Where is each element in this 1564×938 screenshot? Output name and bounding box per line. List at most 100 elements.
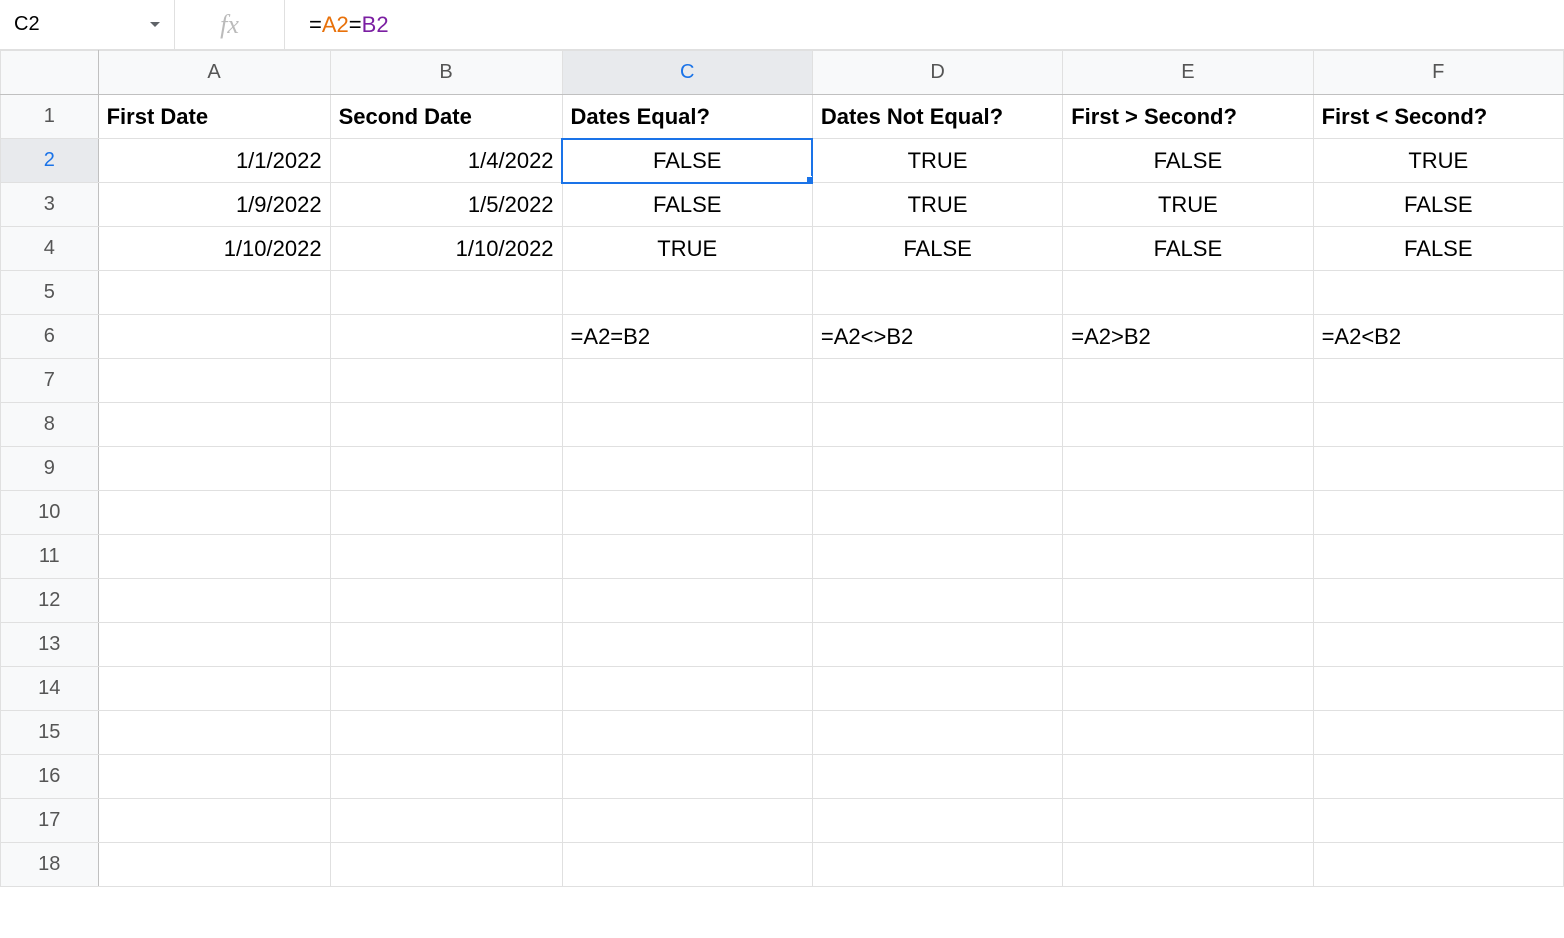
cell-F10[interactable]	[1313, 491, 1563, 535]
cell-F3[interactable]: FALSE	[1313, 183, 1563, 227]
cell-D10[interactable]	[812, 491, 1062, 535]
cell-D6[interactable]: =A2<>B2	[812, 315, 1062, 359]
cell-F8[interactable]	[1313, 403, 1563, 447]
cell-C9[interactable]	[562, 447, 812, 491]
cell-D17[interactable]	[812, 799, 1062, 843]
row-header-5[interactable]: 5	[1, 271, 99, 315]
cell-C3[interactable]: FALSE	[562, 183, 812, 227]
cell-C16[interactable]	[562, 755, 812, 799]
col-header-B[interactable]: B	[330, 51, 562, 95]
cell-C13[interactable]	[562, 623, 812, 667]
cell-F5[interactable]	[1313, 271, 1563, 315]
cell-E12[interactable]	[1063, 579, 1313, 623]
cell-C6[interactable]: =A2=B2	[562, 315, 812, 359]
name-box[interactable]: C2	[0, 0, 175, 49]
cell-C17[interactable]	[562, 799, 812, 843]
cell-D3[interactable]: TRUE	[812, 183, 1062, 227]
cell-E11[interactable]	[1063, 535, 1313, 579]
row-header-4[interactable]: 4	[1, 227, 99, 271]
cell-E13[interactable]	[1063, 623, 1313, 667]
cell-F12[interactable]	[1313, 579, 1563, 623]
cell-A12[interactable]	[98, 579, 330, 623]
row-header-1[interactable]: 1	[1, 95, 99, 139]
cell-D4[interactable]: FALSE	[812, 227, 1062, 271]
cell-B13[interactable]	[330, 623, 562, 667]
cell-F18[interactable]	[1313, 843, 1563, 887]
cell-F6[interactable]: =A2<B2	[1313, 315, 1563, 359]
cell-D8[interactable]	[812, 403, 1062, 447]
cell-A8[interactable]	[98, 403, 330, 447]
cell-B2[interactable]: 1/4/2022	[330, 139, 562, 183]
cell-C4[interactable]: TRUE	[562, 227, 812, 271]
row-header-6[interactable]: 6	[1, 315, 99, 359]
fx-icon[interactable]: fx	[175, 0, 285, 49]
cell-B14[interactable]	[330, 667, 562, 711]
cell-E18[interactable]	[1063, 843, 1313, 887]
cell-E2[interactable]: FALSE	[1063, 139, 1313, 183]
cell-A1[interactable]: First Date	[98, 95, 330, 139]
cell-B8[interactable]	[330, 403, 562, 447]
row-header-13[interactable]: 13	[1, 623, 99, 667]
spreadsheet-grid[interactable]: A B C D E F 1First DateSecond DateDates …	[0, 50, 1564, 938]
cell-C18[interactable]	[562, 843, 812, 887]
cell-E8[interactable]	[1063, 403, 1313, 447]
cell-B5[interactable]	[330, 271, 562, 315]
row-header-10[interactable]: 10	[1, 491, 99, 535]
cell-A9[interactable]	[98, 447, 330, 491]
cell-E16[interactable]	[1063, 755, 1313, 799]
row-header-17[interactable]: 17	[1, 799, 99, 843]
row-header-18[interactable]: 18	[1, 843, 99, 887]
cell-D13[interactable]	[812, 623, 1062, 667]
cell-B6[interactable]	[330, 315, 562, 359]
cell-C1[interactable]: Dates Equal?	[562, 95, 812, 139]
row-header-15[interactable]: 15	[1, 711, 99, 755]
cell-B4[interactable]: 1/10/2022	[330, 227, 562, 271]
col-header-D[interactable]: D	[812, 51, 1062, 95]
col-header-F[interactable]: F	[1313, 51, 1563, 95]
cell-A7[interactable]	[98, 359, 330, 403]
cell-F17[interactable]	[1313, 799, 1563, 843]
row-header-9[interactable]: 9	[1, 447, 99, 491]
formula-input[interactable]: =A2=B2	[285, 0, 1564, 49]
cell-B12[interactable]	[330, 579, 562, 623]
cell-F7[interactable]	[1313, 359, 1563, 403]
cell-D11[interactable]	[812, 535, 1062, 579]
cell-A18[interactable]	[98, 843, 330, 887]
cell-B10[interactable]	[330, 491, 562, 535]
row-header-12[interactable]: 12	[1, 579, 99, 623]
cell-D5[interactable]	[812, 271, 1062, 315]
cell-A2[interactable]: 1/1/2022	[98, 139, 330, 183]
cell-A13[interactable]	[98, 623, 330, 667]
cell-C10[interactable]	[562, 491, 812, 535]
cell-D15[interactable]	[812, 711, 1062, 755]
cell-C14[interactable]	[562, 667, 812, 711]
cell-C12[interactable]	[562, 579, 812, 623]
cell-B9[interactable]	[330, 447, 562, 491]
cell-A11[interactable]	[98, 535, 330, 579]
cell-B18[interactable]	[330, 843, 562, 887]
cell-A10[interactable]	[98, 491, 330, 535]
select-all-corner[interactable]	[1, 51, 99, 95]
cell-C15[interactable]	[562, 711, 812, 755]
cell-C7[interactable]	[562, 359, 812, 403]
cell-D9[interactable]	[812, 447, 1062, 491]
cell-D2[interactable]: TRUE	[812, 139, 1062, 183]
cell-E1[interactable]: First > Second?	[1063, 95, 1313, 139]
cell-C8[interactable]	[562, 403, 812, 447]
cell-D7[interactable]	[812, 359, 1062, 403]
row-header-2[interactable]: 2	[1, 139, 99, 183]
row-header-11[interactable]: 11	[1, 535, 99, 579]
cell-A5[interactable]	[98, 271, 330, 315]
cell-E6[interactable]: =A2>B2	[1063, 315, 1313, 359]
cell-E17[interactable]	[1063, 799, 1313, 843]
cell-F14[interactable]	[1313, 667, 1563, 711]
cell-D12[interactable]	[812, 579, 1062, 623]
cell-D16[interactable]	[812, 755, 1062, 799]
cell-A6[interactable]	[98, 315, 330, 359]
cell-A4[interactable]: 1/10/2022	[98, 227, 330, 271]
cell-F9[interactable]	[1313, 447, 1563, 491]
cell-E7[interactable]	[1063, 359, 1313, 403]
col-header-E[interactable]: E	[1063, 51, 1313, 95]
cell-A3[interactable]: 1/9/2022	[98, 183, 330, 227]
cell-E9[interactable]	[1063, 447, 1313, 491]
